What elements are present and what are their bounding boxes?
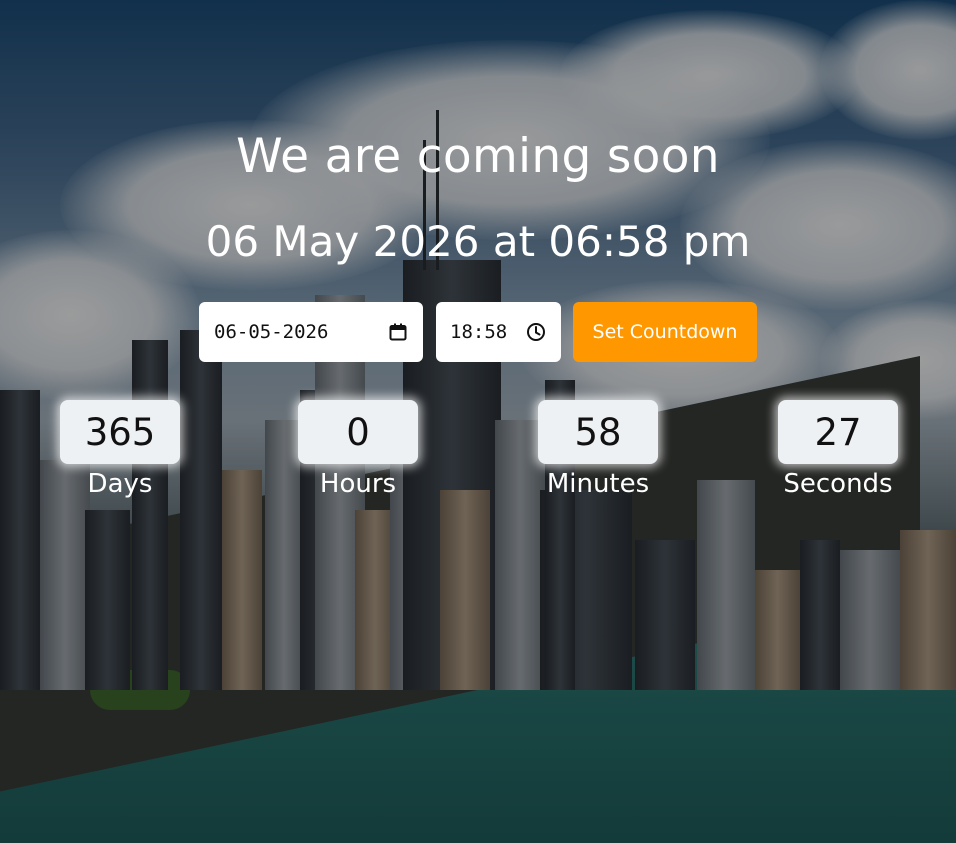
target-date-label: 06 May 2026 at 06:58 pm bbox=[205, 217, 751, 266]
page-title: We are coming soon bbox=[236, 129, 720, 184]
countdown-days: 365 Days bbox=[0, 400, 240, 510]
hours-value: 0 bbox=[298, 400, 418, 464]
time-input[interactable]: 18:58 bbox=[436, 302, 561, 362]
days-value: 365 bbox=[60, 400, 180, 464]
minutes-label: Minutes bbox=[546, 469, 650, 499]
minutes-value: 58 bbox=[538, 400, 658, 464]
date-input[interactable]: 06-05-2026 bbox=[199, 302, 423, 362]
seconds-label: Seconds bbox=[783, 469, 893, 499]
seconds-value: 27 bbox=[778, 400, 898, 464]
countdown-hours: 0 Hours bbox=[238, 400, 478, 510]
set-countdown-button[interactable]: Set Countdown bbox=[573, 302, 757, 362]
countdown-seconds: 27 Seconds bbox=[718, 400, 956, 510]
time-input-value: 18:58 bbox=[450, 321, 508, 343]
countdown-minutes: 58 Minutes bbox=[478, 400, 718, 510]
date-input-value: 06-05-2026 bbox=[214, 321, 329, 343]
days-label: Days bbox=[87, 469, 153, 499]
calendar-icon[interactable] bbox=[388, 322, 408, 342]
coming-soon-section: We are coming soon 06 May 2026 at 06:58 … bbox=[0, 0, 956, 843]
hours-label: Hours bbox=[319, 469, 397, 499]
clock-icon[interactable] bbox=[526, 322, 546, 342]
